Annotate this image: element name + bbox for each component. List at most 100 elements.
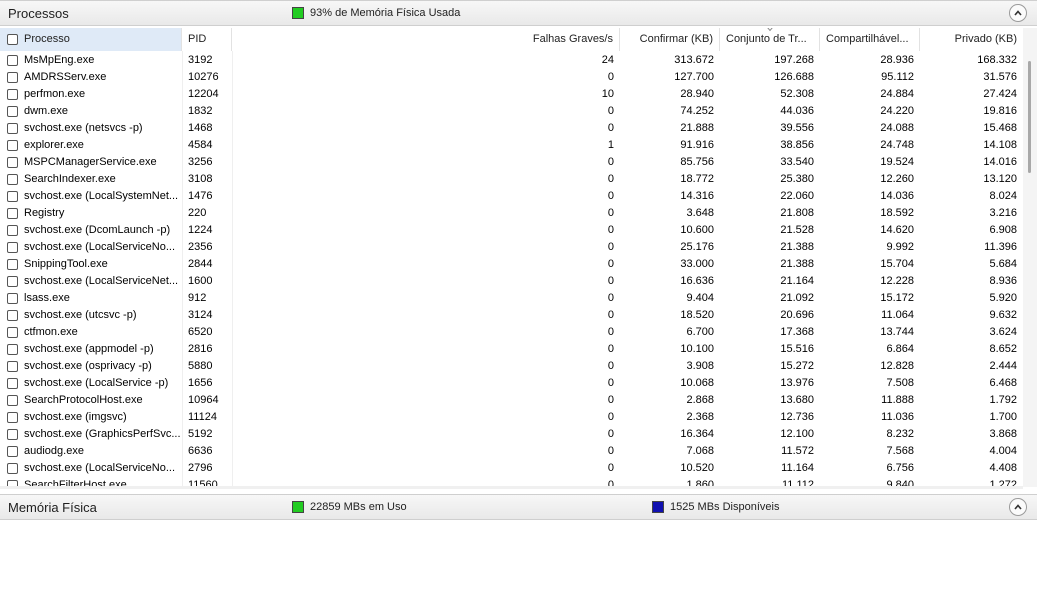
chevron-up-icon	[1014, 10, 1022, 16]
row-checkbox[interactable]	[7, 327, 18, 338]
row-checkbox[interactable]	[7, 106, 18, 117]
column-header-compartilhavel[interactable]: Compartilhável...	[820, 28, 920, 51]
table-row[interactable]: audiodg.exe 6636 0 7.068 11.572 7.568 4.004	[0, 443, 1023, 460]
select-all-checkbox[interactable]	[7, 34, 18, 45]
row-checkbox[interactable]	[7, 123, 18, 134]
column-header-falhas-graves[interactable]: Falhas Graves/s	[232, 28, 620, 51]
processes-section-title: Processos	[8, 6, 69, 21]
row-checkbox[interactable]	[7, 55, 18, 66]
vertical-scrollbar[interactable]	[1023, 28, 1037, 487]
cell-privado: 31.576	[983, 71, 1017, 83]
cell-falhas-graves: 0	[607, 241, 614, 253]
column-header-privado[interactable]: Privado (KB)	[920, 28, 1023, 51]
cell-falhas-graves: 0	[607, 173, 614, 185]
table-row[interactable]: perfmon.exe 12204 10 28.940 52.308 24.884 27.4…	[0, 86, 1023, 103]
cell-pid: 1832	[188, 105, 213, 117]
row-checkbox[interactable]	[7, 225, 18, 236]
table-row[interactable]: MSPCManagerService.exe 3256 0 85.756 33.540 1…	[0, 154, 1023, 171]
cell-pid: 5880	[188, 360, 213, 372]
cell-compartilhavel: 11.064	[881, 309, 914, 321]
row-checkbox[interactable]	[7, 242, 18, 253]
row-checkbox[interactable]	[7, 446, 18, 457]
cell-processo: svchost.exe (DcomLaunch -p)	[24, 224, 171, 236]
cell-privado: 27.424	[983, 88, 1017, 100]
cell-privado: 8.936	[989, 275, 1017, 287]
column-header-pid[interactable]: PID	[182, 28, 232, 51]
table-row[interactable]: svchost.exe (netsvcs -p) 1468 0 21.888 39.55…	[0, 120, 1023, 137]
row-checkbox[interactable]	[7, 276, 18, 287]
cell-falhas-graves: 0	[607, 343, 614, 355]
table-row[interactable]: Registry 220 0 3.648 21.808 18.592 3.216	[0, 205, 1023, 222]
processes-table: Processo PID Falhas Graves/s Confirmar (…	[0, 28, 1023, 487]
memory-collapse-button[interactable]	[1009, 498, 1027, 516]
row-checkbox[interactable]	[7, 72, 18, 83]
table-row[interactable]: svchost.exe (LocalServiceNo... 2796 0 10.52…	[0, 460, 1023, 477]
table-row[interactable]: svchost.exe (LocalService -p) 1656 0 10.068…	[0, 375, 1023, 392]
table-row[interactable]: MsMpEng.exe 3192 24 313.672 197.268 28.936 168…	[0, 52, 1023, 69]
table-row[interactable]: SnippingTool.exe 2844 0 33.000 21.388 15.704 5…	[0, 256, 1023, 273]
horizontal-scrollbar[interactable]	[0, 486, 1023, 489]
table-row[interactable]: svchost.exe (appmodel -p) 2816 0 10.100 15.5…	[0, 341, 1023, 358]
row-checkbox[interactable]	[7, 174, 18, 185]
row-checkbox[interactable]	[7, 412, 18, 423]
table-row[interactable]: svchost.exe (GraphicsPerfSvc... 5192 0 16.3…	[0, 426, 1023, 443]
cell-privado: 15.468	[983, 122, 1017, 134]
cell-privado: 3.624	[989, 326, 1017, 338]
table-row[interactable]: svchost.exe (DcomLaunch -p) 1224 0 10.600 21…	[0, 222, 1023, 239]
row-checkbox[interactable]	[7, 140, 18, 151]
table-row[interactable]: lsass.exe 912 0 9.404 21.092 15.172 5.920	[0, 290, 1023, 307]
row-checkbox[interactable]	[7, 191, 18, 202]
row-checkbox[interactable]	[7, 361, 18, 372]
cell-processo: MSPCManagerService.exe	[24, 156, 157, 168]
table-row[interactable]: SearchProtocolHost.exe 10964 0 2.868 13.680 1…	[0, 392, 1023, 409]
vertical-scrollbar-thumb[interactable]	[1028, 61, 1031, 173]
row-checkbox[interactable]	[7, 378, 18, 389]
column-header-processo[interactable]: Processo	[0, 28, 182, 51]
table-row[interactable]: SearchIndexer.exe 3108 0 18.772 25.380 12.260…	[0, 171, 1023, 188]
row-checkbox[interactable]	[7, 89, 18, 100]
cell-compartilhavel: 18.592	[880, 207, 914, 219]
cell-privado: 19.816	[983, 105, 1017, 117]
row-checkbox[interactable]	[7, 293, 18, 304]
table-row[interactable]: svchost.exe (LocalServiceNet... 1600 0 16.6…	[0, 273, 1023, 290]
memory-in-use-swatch	[292, 501, 304, 513]
cell-pid: 2816	[188, 343, 213, 355]
cell-confirmar: 14.316	[680, 190, 714, 202]
row-checkbox[interactable]	[7, 208, 18, 219]
cell-conjunto: 21.808	[780, 207, 814, 219]
cell-confirmar: 6.700	[686, 326, 714, 338]
column-header-confirmar[interactable]: Confirmar (KB)	[620, 28, 720, 51]
cell-compartilhavel: 6.756	[886, 462, 914, 474]
row-checkbox[interactable]	[7, 310, 18, 321]
row-checkbox[interactable]	[7, 463, 18, 474]
table-row[interactable]: svchost.exe (LocalServiceNo... 2356 0 25.17…	[0, 239, 1023, 256]
table-row[interactable]: svchost.exe (LocalSystemNet... 1476 0 14.31…	[0, 188, 1023, 205]
cell-compartilhavel: 11.036	[881, 411, 914, 423]
cell-falhas-graves: 0	[607, 105, 614, 117]
row-checkbox[interactable]	[7, 395, 18, 406]
table-row[interactable]: AMDRSServ.exe 10276 0 127.700 126.688 95.112 3…	[0, 69, 1023, 86]
column-header-privado-label: Privado (KB)	[954, 33, 1017, 45]
cell-pid: 1476	[188, 190, 213, 202]
cell-privado: 3.868	[989, 428, 1017, 440]
table-row[interactable]: svchost.exe (utcsvc -p) 3124 0 18.520 20.696…	[0, 307, 1023, 324]
cell-processo: lsass.exe	[24, 292, 70, 304]
memory-section-header[interactable]: Memória Física 22859 MBs em Uso 1525 MBs…	[0, 494, 1037, 520]
row-checkbox[interactable]	[7, 344, 18, 355]
column-header-conjunto-de-trabalho[interactable]: Conjunto de Tr...	[720, 28, 820, 51]
row-checkbox[interactable]	[7, 259, 18, 270]
table-row[interactable]: explorer.exe 4584 1 91.916 38.856 24.748 14.10…	[0, 137, 1023, 154]
cell-pid: 3108	[188, 173, 213, 185]
table-row[interactable]: dwm.exe 1832 0 74.252 44.036 24.220 19.816	[0, 103, 1023, 120]
row-checkbox[interactable]	[7, 157, 18, 168]
cell-privado: 8.652	[989, 343, 1017, 355]
processes-section-header[interactable]: Processos 93% de Memória Física Usada	[0, 0, 1037, 26]
table-row[interactable]: ctfmon.exe 6520 0 6.700 17.368 13.744 3.624	[0, 324, 1023, 341]
cell-processo: svchost.exe (LocalServiceNo...	[24, 241, 176, 253]
processes-collapse-button[interactable]	[1009, 4, 1027, 22]
column-header-conjunto-label: Conjunto de Tr...	[726, 33, 807, 45]
cell-compartilhavel: 12.260	[880, 173, 914, 185]
table-row[interactable]: svchost.exe (osprivacy -p) 5880 0 3.908 15.2…	[0, 358, 1023, 375]
row-checkbox[interactable]	[7, 429, 18, 440]
table-row[interactable]: svchost.exe (imgsvc) 11124 0 2.368 12.736 11.…	[0, 409, 1023, 426]
